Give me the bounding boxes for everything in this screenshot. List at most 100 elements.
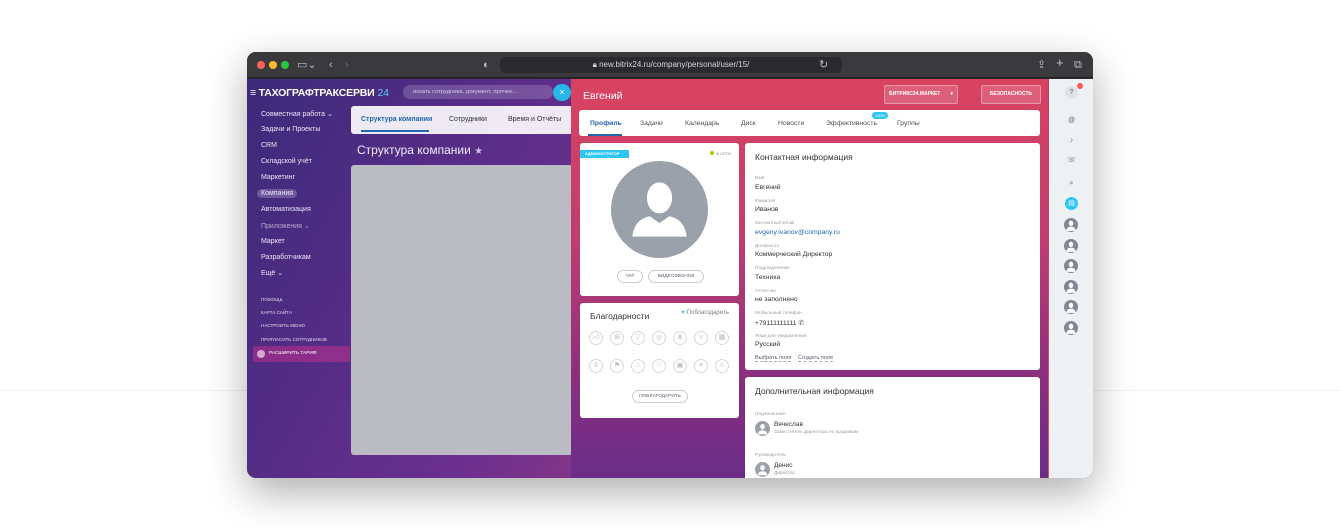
chat-button[interactable]: Чат — [617, 270, 643, 283]
tab-calendar[interactable]: Календарь — [685, 120, 719, 127]
thumb-icon: 👍︎ — [589, 331, 603, 345]
new-tab-icon[interactable]: + — [1056, 55, 1064, 71]
search-icon[interactable]: ⌕ — [1065, 177, 1078, 190]
tab-efficiency[interactable]: Эффективность — [826, 120, 877, 127]
subordinate-position: Заместитель Директора по продажам — [774, 430, 859, 435]
menu-item-crm[interactable]: CRM — [261, 142, 277, 149]
online-status: В сети — [710, 151, 731, 156]
flag-icon: ⚑ — [610, 359, 624, 373]
cake-icon: ▦ — [715, 331, 729, 345]
notification-badge — [1077, 83, 1083, 89]
menu-item-apps[interactable]: Приложения ⌄ — [261, 222, 310, 230]
tab-groups[interactable]: Группы — [897, 120, 920, 127]
tab-news[interactable]: Новости — [778, 120, 804, 127]
contact-avatar[interactable] — [1064, 218, 1078, 232]
gift-icon: ⊞ — [610, 331, 624, 345]
portal-search-input[interactable]: искать сотрудника, документ, прочее... — [403, 85, 553, 99]
subordinate-avatar[interactable] — [755, 421, 770, 436]
field-value-email[interactable]: evgeny.ivanov@company.ru — [755, 229, 840, 236]
reload-icon[interactable]: ↻ — [819, 57, 828, 73]
user-silhouette-icon — [1066, 241, 1076, 252]
user-silhouette-icon — [1066, 261, 1076, 272]
manager-avatar[interactable] — [755, 462, 770, 477]
field-value-last-name: Иванов — [755, 206, 779, 213]
phone-icon[interactable]: ✆ — [798, 320, 804, 327]
menu-item-warehouse[interactable]: Складской учёт — [261, 158, 312, 165]
tab-company-structure[interactable]: Структура компании — [361, 116, 432, 123]
star-icon[interactable]: ★ — [474, 146, 483, 157]
menu-link-help[interactable]: Помощь — [261, 297, 283, 302]
menu-link-configure[interactable]: Настроить меню — [261, 323, 305, 328]
beer-icon: ▣ — [673, 359, 687, 373]
create-field-link[interactable]: Создать поле — [798, 355, 834, 362]
thank-button[interactable]: Поблагодарить — [632, 390, 688, 403]
field-value-phone: +79111111111 ✆ — [755, 320, 805, 327]
chevron-down-icon: ▾ — [950, 91, 953, 97]
phone-call-icon[interactable]: ☏ — [1065, 154, 1078, 167]
address-bar[interactable]: 🔒︎ new.bitrix24.ru/company/personal/user… — [500, 57, 842, 73]
contact-avatar[interactable] — [1064, 320, 1078, 335]
back-icon[interactable]: ‹ — [329, 57, 333, 73]
open-lines-icon[interactable]: ▤ — [1065, 197, 1078, 210]
tabs-overview-icon[interactable]: ⧉ — [1074, 57, 1082, 73]
profile-tabs: Профиль Задачи Календарь Диск Новости Эф… — [579, 110, 1040, 136]
user-silhouette-icon — [757, 465, 768, 476]
menu-item-more[interactable]: Ещё ⌄ — [261, 269, 283, 277]
help-icon[interactable]: ? — [1065, 86, 1078, 99]
menu-item-marketing[interactable]: Маркетинг — [261, 174, 295, 181]
contact-avatar[interactable] — [1064, 300, 1078, 314]
menu-link-sitemap[interactable]: Карта сайта — [261, 310, 292, 315]
user-silhouette-icon — [632, 182, 687, 237]
field-label: Язык для уведомлений — [755, 334, 807, 339]
share-icon[interactable]: ⇪ — [1037, 57, 1046, 73]
shield-icon[interactable]: ◐ — [483, 57, 490, 73]
menu-burger-icon[interactable]: ≡ — [250, 87, 259, 99]
manager-name[interactable]: Денис — [774, 462, 793, 469]
video-call-button[interactable]: Видеозвонок — [648, 270, 704, 283]
menu-item-developers[interactable]: Разработчикам — [261, 254, 311, 261]
maximize-window-icon[interactable] — [281, 61, 289, 69]
page-title: Структура компании ★ — [357, 143, 484, 157]
subordinates-label: Подчиненные — [755, 412, 786, 417]
thanks-title: Благодарности — [590, 311, 650, 321]
menu-item-automation[interactable]: Автоматизация — [261, 206, 311, 213]
tab-profile[interactable]: Профиль — [590, 120, 622, 127]
thanks-card: Благодарности ♥ Поблагодарить 👍︎ ⊞ ▽ ◎ ♛ ♅ ▦ ① ⚑ ☆… — [580, 303, 739, 418]
smile-icon: ☺ — [715, 359, 729, 373]
at-icon[interactable]: @ — [1065, 114, 1078, 127]
active-tab-underline — [588, 134, 622, 136]
contact-avatar[interactable] — [1064, 238, 1078, 253]
menu-item-collaboration[interactable]: Совместная работа ⌄ — [261, 110, 333, 118]
sidebar-toggle-icon[interactable]: ▭⌄ — [297, 57, 317, 73]
structure-canvas — [351, 165, 573, 455]
avatar[interactable] — [611, 161, 708, 258]
select-fields-link[interactable]: Выбрать поля — [755, 355, 792, 362]
close-window-icon[interactable] — [257, 61, 265, 69]
tab-tasks[interactable]: Задачи — [640, 120, 663, 127]
additional-info-card: Дополнительная информация Подчиненные Вя… — [745, 377, 1040, 478]
subordinate-name[interactable]: Вячеслав — [774, 421, 803, 428]
contact-avatar[interactable] — [1064, 279, 1078, 294]
tab-disk[interactable]: Диск — [741, 120, 756, 127]
menu-item-company[interactable]: Компания — [257, 189, 298, 198]
portal-logo[interactable]: ≡ ТАХОГРАФТРАКСЕРВИ 24 — [250, 87, 389, 99]
minimize-window-icon[interactable] — [269, 61, 277, 69]
menu-item-tasks[interactable]: Задачи и Проекты — [261, 126, 320, 133]
field-label: Мобильный телефон — [755, 311, 802, 316]
bell-icon[interactable]: ♪ — [1065, 134, 1078, 147]
contact-avatar[interactable] — [1064, 259, 1078, 273]
tab-time-reports[interactable]: Время и Отчёты — [508, 116, 561, 123]
tab-employees[interactable]: Сотрудники — [449, 116, 487, 123]
extend-tariff-button[interactable]: Расширить тариф — [253, 346, 350, 362]
menu-link-invite[interactable]: Пригласить сотрудников — [261, 337, 327, 342]
field-value-middle-name: не заполнено — [755, 296, 798, 303]
security-button[interactable]: Безопасность — [981, 85, 1041, 104]
menu-item-market[interactable]: Маркет — [261, 238, 285, 245]
forward-icon[interactable]: › — [345, 57, 349, 73]
close-slider-button[interactable]: × — [553, 84, 571, 101]
market-button[interactable]: Битрикс24.Маркет ▾ — [884, 85, 958, 104]
thank-link[interactable]: ♥ Поблагодарить — [681, 310, 729, 316]
cup-icon: ▽ — [631, 331, 645, 345]
trophy-icon: ♅ — [694, 331, 708, 345]
field-value-first-name: Евгений — [755, 184, 781, 191]
